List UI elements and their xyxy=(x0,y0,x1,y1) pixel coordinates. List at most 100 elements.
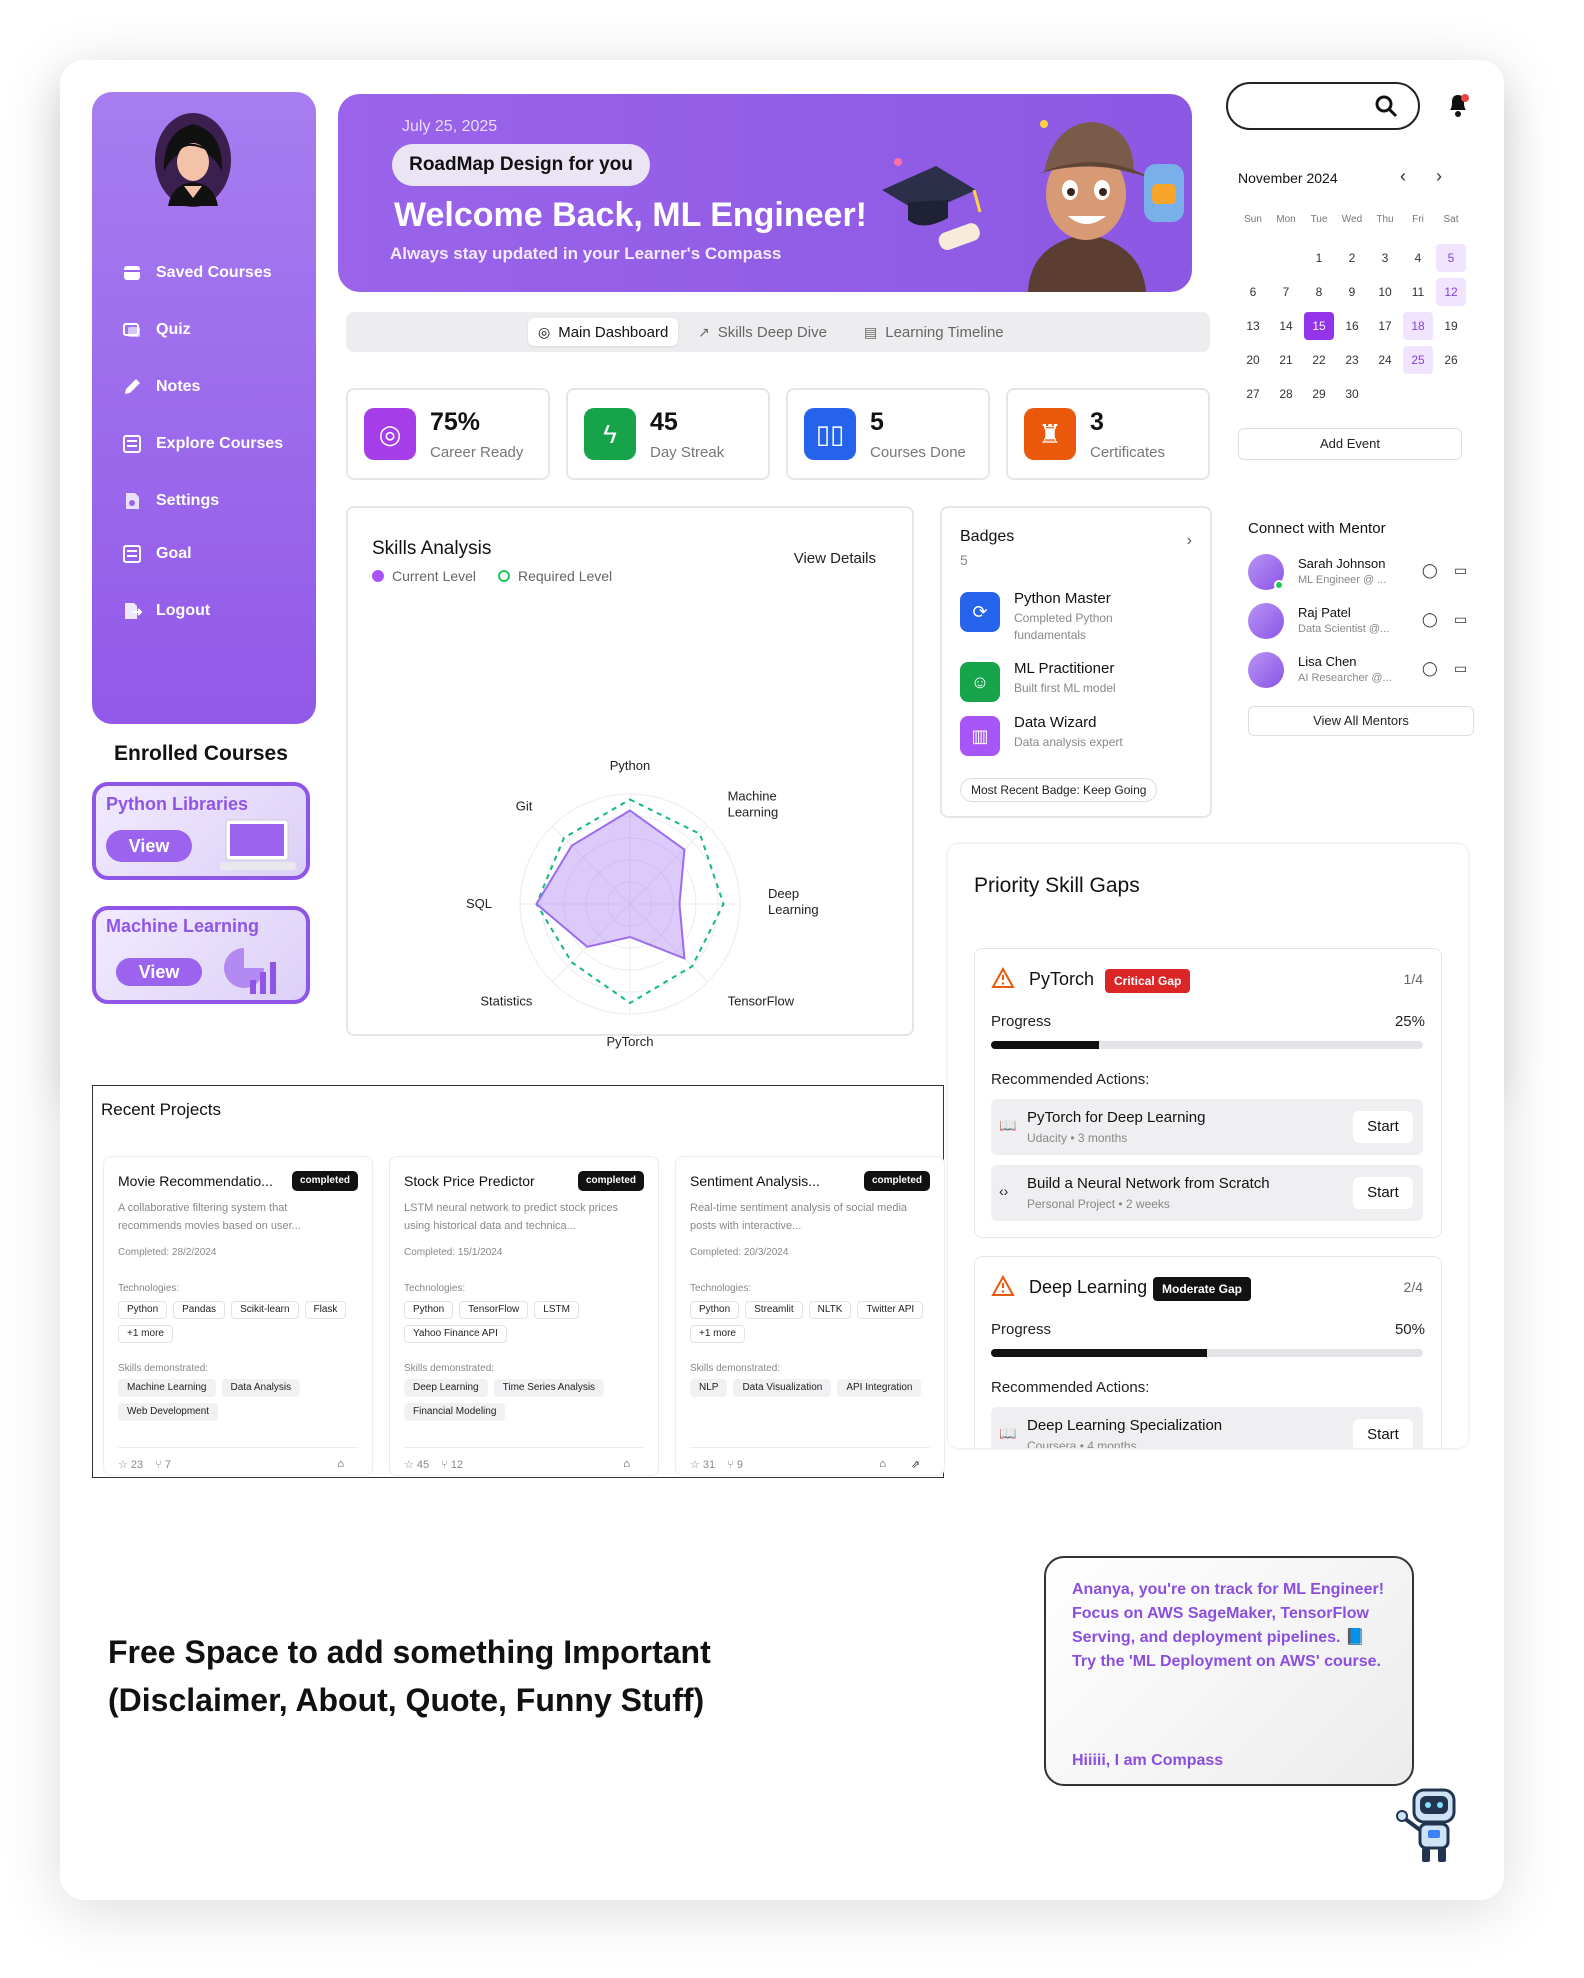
calendar-day[interactable]: 30 xyxy=(1337,380,1367,408)
list-icon xyxy=(123,435,141,453)
course-card-machine-learning[interactable]: Machine Learning View xyxy=(92,906,310,1004)
add-event-button[interactable]: Add Event xyxy=(1238,428,1462,460)
sidebar-item-goal[interactable]: Goal xyxy=(122,539,192,569)
weekday-label: Sun xyxy=(1244,214,1262,225)
skill-tag: NLP xyxy=(690,1379,728,1397)
calendar-day[interactable]: 28 xyxy=(1271,380,1301,408)
calendar-day[interactable]: 6 xyxy=(1238,278,1268,306)
start-button[interactable]: Start xyxy=(1353,1419,1413,1448)
calendar-day[interactable]: 21 xyxy=(1271,346,1301,374)
calendar-day[interactable]: 16 xyxy=(1337,312,1367,340)
fork-count: 9 xyxy=(736,1459,743,1471)
video-icon[interactable]: ▭ xyxy=(1454,660,1467,677)
view-all-mentors-button[interactable]: View All Mentors xyxy=(1248,706,1474,736)
github-icon[interactable]: ⌂ xyxy=(623,1458,630,1470)
tab-main-dashboard[interactable]: ◎ Main Dashboard xyxy=(528,318,679,346)
star-count: 45 xyxy=(416,1459,430,1471)
start-button[interactable]: Start xyxy=(1353,1111,1413,1143)
course-card-python-libraries[interactable]: Python Libraries View xyxy=(92,782,310,880)
project-card[interactable]: Sentiment Analysis... completed Real-time … xyxy=(675,1156,945,1476)
chat-icon[interactable]: ◯ xyxy=(1422,611,1438,628)
recommended-actions-label: Recommended Actions: xyxy=(991,1379,1150,1396)
calendar-day[interactable]: 17 xyxy=(1370,312,1400,340)
calendar-day[interactable]: 12 xyxy=(1436,278,1466,306)
tab-skills-deep-dive[interactable]: ↗ Skills Deep Dive xyxy=(698,318,827,346)
sidebar-item-saved-courses[interactable]: Saved Courses xyxy=(122,258,272,288)
calendar-day[interactable]: 11 xyxy=(1403,278,1433,306)
calendar-day[interactable]: 29 xyxy=(1304,380,1334,408)
chevron-left-icon[interactable]: ‹ xyxy=(1400,166,1406,187)
calendar-day[interactable]: 14 xyxy=(1271,312,1301,340)
fork-count: 12 xyxy=(450,1459,464,1471)
calendar-day[interactable]: 9 xyxy=(1337,278,1367,306)
calendar-day[interactable]: 15 xyxy=(1304,312,1334,340)
sidebar-item-quiz[interactable]: Quiz xyxy=(122,315,191,345)
bell-icon[interactable] xyxy=(1446,92,1470,118)
sidebar-item-label: Saved Courses xyxy=(156,264,272,281)
list-icon xyxy=(123,545,141,563)
calendar-day[interactable]: 23 xyxy=(1337,346,1367,374)
avatar[interactable] xyxy=(1248,603,1284,639)
external-link-icon[interactable]: ⇗ xyxy=(911,1458,920,1471)
avatar[interactable] xyxy=(1248,652,1284,688)
roadmap-pill[interactable]: RoadMap Design for you xyxy=(392,144,650,186)
bookmark-icon xyxy=(124,266,140,280)
projects-title: Recent Projects xyxy=(101,1100,221,1119)
robot-mascot-icon[interactable] xyxy=(1390,1784,1472,1866)
view-details-link[interactable]: View Details xyxy=(794,550,876,567)
technologies-label: Technologies: xyxy=(118,1283,180,1294)
technology-tags: Python Streamlit NLTK Twitter API +1 more xyxy=(690,1301,938,1343)
chat-icon[interactable]: ◯ xyxy=(1422,660,1438,677)
search-icon[interactable] xyxy=(1374,94,1398,118)
github-icon[interactable]: ⌂ xyxy=(337,1458,344,1470)
sidebar-item-explore-courses[interactable]: Explore Courses xyxy=(122,429,283,459)
view-course-button[interactable]: View xyxy=(116,958,202,986)
calendar-day[interactable]: 3 xyxy=(1370,244,1400,272)
free-space-line: (Disclaimer, About, Quote, Funny Stuff) xyxy=(108,1682,705,1718)
calendar-day[interactable]: 7 xyxy=(1271,278,1301,306)
legend-current: Current Level xyxy=(372,568,476,584)
calendar-day[interactable]: 13 xyxy=(1238,312,1268,340)
sidebar-item-notes[interactable]: Notes xyxy=(122,372,200,402)
sidebar-item-settings[interactable]: Settings xyxy=(122,486,219,516)
chat-icon[interactable]: ◯ xyxy=(1422,562,1438,579)
user-avatar[interactable] xyxy=(154,112,232,208)
sidebar-item-logout[interactable]: Logout xyxy=(122,596,210,626)
calendar-day[interactable]: 1 xyxy=(1304,244,1334,272)
calendar-day[interactable]: 25 xyxy=(1403,346,1433,374)
tech-tag: NLTK xyxy=(808,1301,852,1319)
skill-tag: Financial Modeling xyxy=(404,1403,506,1421)
github-icon[interactable]: ⌂ xyxy=(879,1458,886,1470)
calendar-day[interactable]: 2 xyxy=(1337,244,1367,272)
stat-label: Career Ready xyxy=(430,444,524,461)
video-icon[interactable]: ▭ xyxy=(1454,611,1467,628)
chevron-right-icon[interactable]: › xyxy=(1187,532,1192,550)
action-name: Build a Neural Network from Scratch xyxy=(1027,1175,1270,1192)
calendar-day[interactable]: 19 xyxy=(1436,312,1466,340)
calendar-day[interactable]: 26 xyxy=(1436,346,1466,374)
calendar-day[interactable]: 8 xyxy=(1304,278,1334,306)
technologies-label: Technologies: xyxy=(404,1283,466,1294)
calendar-day[interactable]: 22 xyxy=(1304,346,1334,374)
project-card[interactable]: Movie Recommendatio... completed A collabo… xyxy=(103,1156,373,1476)
search-input[interactable] xyxy=(1226,82,1420,130)
view-course-button[interactable]: View xyxy=(106,830,192,862)
tab-learning-timeline[interactable]: ▤ Learning Timeline xyxy=(864,318,1004,346)
quiz-icon xyxy=(123,323,140,337)
calendar-day[interactable]: 5 xyxy=(1436,244,1466,272)
calendar-day[interactable]: 18 xyxy=(1403,312,1433,340)
calendar-day[interactable]: 24 xyxy=(1370,346,1400,374)
chevron-right-icon[interactable]: › xyxy=(1436,166,1442,187)
stat-label: Certificates xyxy=(1090,444,1166,461)
video-icon[interactable]: ▭ xyxy=(1454,562,1467,579)
calendar-day[interactable]: 10 xyxy=(1370,278,1400,306)
enrolled-courses-title: Enrolled Courses xyxy=(114,742,288,765)
calendar-day[interactable]: 27 xyxy=(1238,380,1268,408)
start-button[interactable]: Start xyxy=(1353,1177,1413,1209)
project-card[interactable]: Stock Price Predictor completed LSTM neura… xyxy=(389,1156,659,1476)
calendar-widget: November 2024 ‹ › Sun Mon Tue Wed Thu Fri Sat … xyxy=(1222,150,1488,470)
calendar-day[interactable]: 20 xyxy=(1238,346,1268,374)
project-footer: ☆ 23 ⑂ 7 ⌂ xyxy=(118,1447,358,1471)
banner-title: Welcome Back, ML Engineer! xyxy=(394,196,867,234)
calendar-day[interactable]: 4 xyxy=(1403,244,1433,272)
